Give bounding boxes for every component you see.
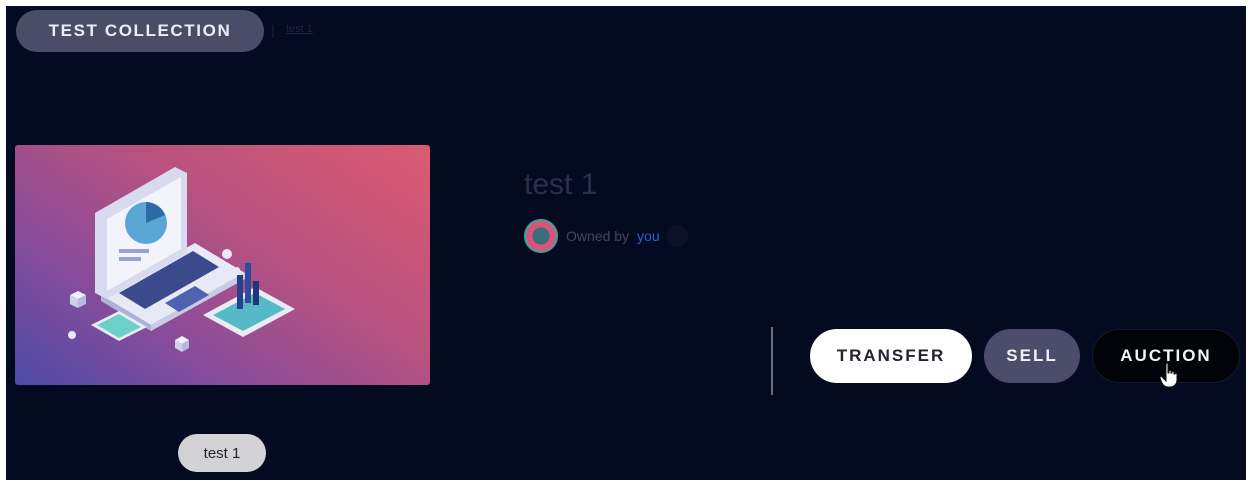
item-title: test 1 [524,168,598,201]
auction-button[interactable]: AUCTION [1092,329,1240,383]
owned-by-label: Owned by [566,228,630,244]
breadcrumb-separator: | [271,22,275,38]
breadcrumb-item-link[interactable]: test 1 [286,23,313,35]
owner-indicator-icon [665,225,688,247]
nft-item-page: TEST COLLECTION | test 1 test 1 test 1 O… [6,6,1246,480]
owner-row: Owned by you [524,218,688,254]
actions-divider [771,327,773,395]
item-artwork [15,145,430,385]
laptop-illustration [68,167,295,352]
owner-link[interactable]: you [637,228,660,244]
artwork-label-chip[interactable]: test 1 [178,434,266,472]
sell-button[interactable]: SELL [984,329,1080,383]
collection-button[interactable]: TEST COLLECTION [16,10,264,52]
transfer-button[interactable]: TRANSFER [810,329,972,383]
owner-avatar[interactable] [524,219,558,253]
